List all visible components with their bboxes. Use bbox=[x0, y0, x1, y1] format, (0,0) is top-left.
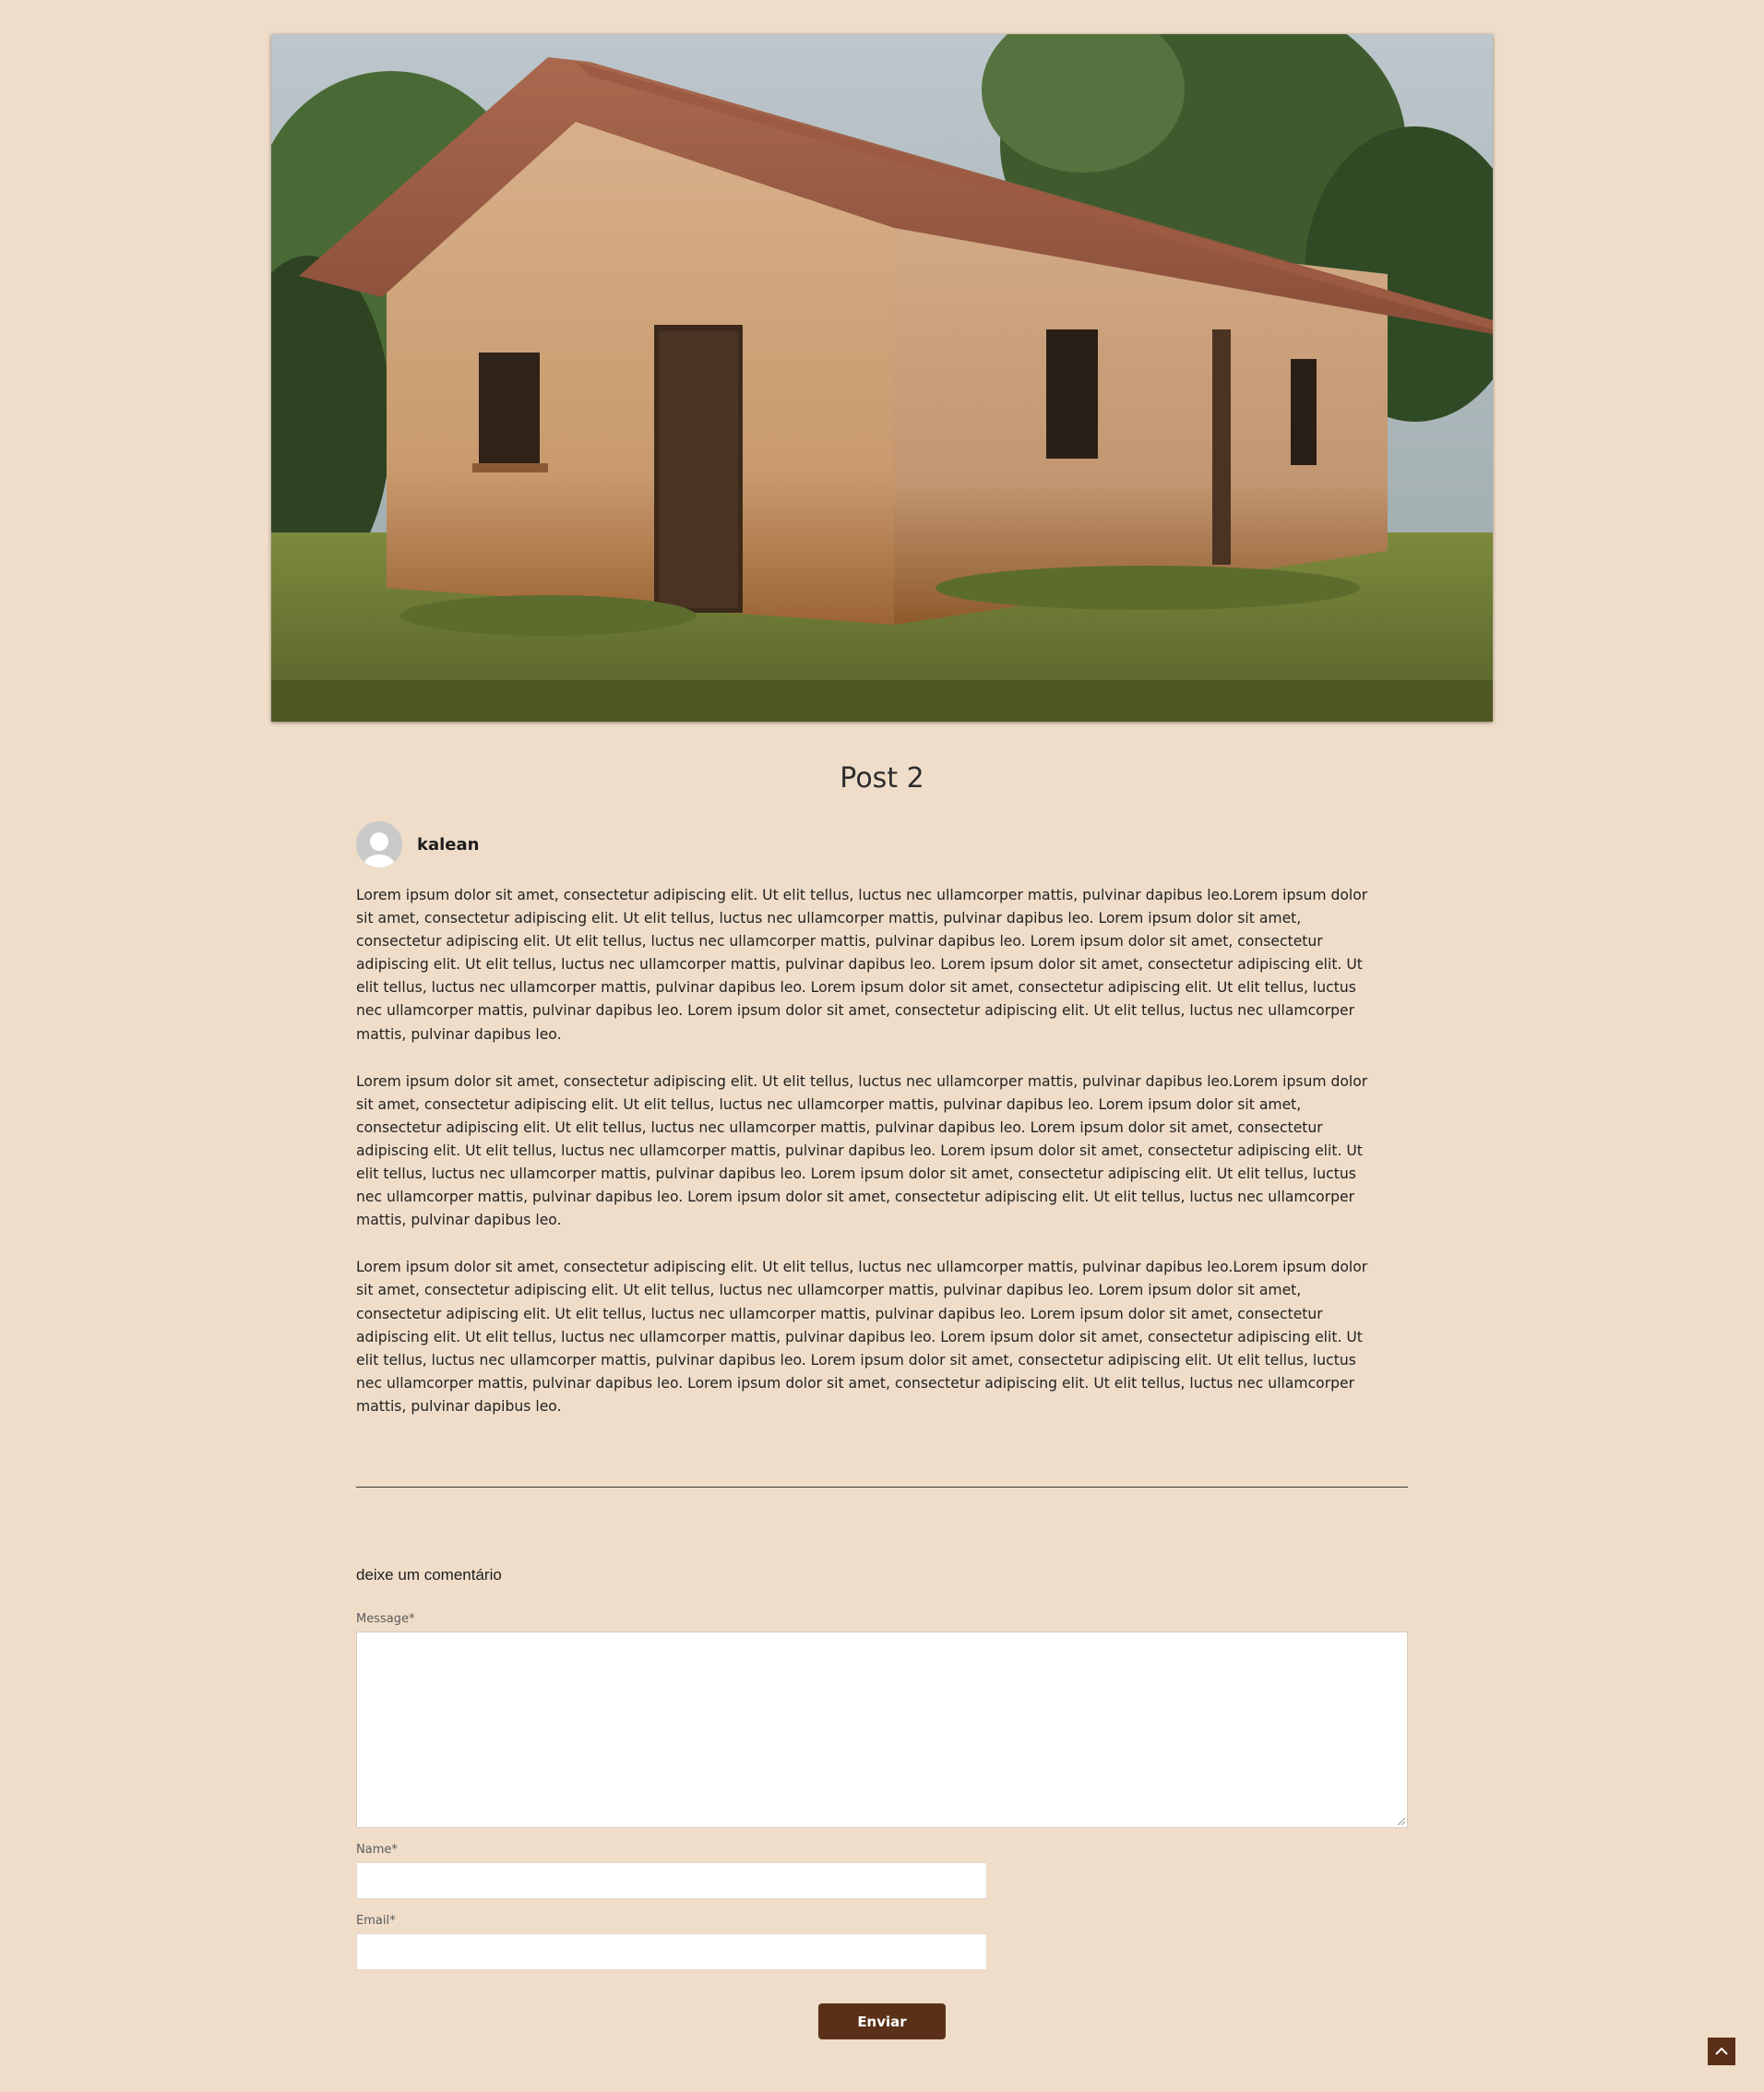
post-paragraph: Lorem ipsum dolor sit amet, consectetur … bbox=[356, 1072, 1368, 1229]
email-input[interactable] bbox=[356, 1933, 987, 1970]
message-textarea[interactable] bbox=[356, 1632, 1408, 1828]
user-avatar-icon bbox=[356, 821, 402, 867]
author-name[interactable]: kalean bbox=[417, 835, 479, 855]
post-author: kalean bbox=[356, 820, 479, 868]
featured-image bbox=[271, 34, 1493, 722]
submit-button[interactable]: Enviar bbox=[818, 2003, 946, 2039]
name-label: Name* bbox=[356, 1843, 398, 1857]
post-paragraph: Lorem ipsum dolor sit amet, consectetur … bbox=[356, 1259, 1368, 1415]
content-divider bbox=[356, 1487, 1408, 1488]
post-paragraph: Lorem ipsum dolor sit amet, consectetur … bbox=[356, 887, 1368, 1043]
comment-form-heading: deixe um comentário bbox=[356, 1566, 502, 1584]
message-label: Message* bbox=[356, 1612, 415, 1626]
email-label: Email* bbox=[356, 1914, 396, 1928]
post-content: Lorem ipsum dolor sit amet, consectetur … bbox=[356, 884, 1371, 1442]
post-title: Post 2 bbox=[840, 762, 924, 795]
resize-grip-icon[interactable] bbox=[1398, 1818, 1405, 1825]
name-input[interactable] bbox=[356, 1862, 987, 1899]
scroll-to-top-button[interactable] bbox=[1708, 2038, 1735, 2065]
chevron-up-icon bbox=[1715, 2047, 1728, 2055]
